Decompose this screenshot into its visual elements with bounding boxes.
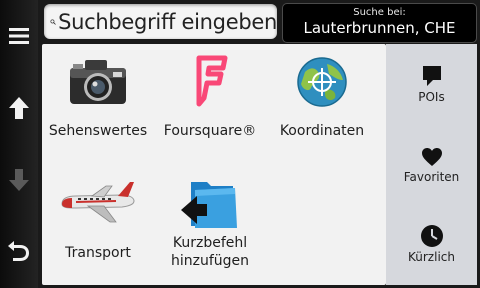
menu-icon xyxy=(9,28,29,44)
category-add-shortcut[interactable]: Kurzbefehl hinzufügen xyxy=(154,174,266,270)
globe-icon xyxy=(297,57,347,107)
sidebar-item-label: Kürzlich xyxy=(408,250,455,264)
category-label: Koordinaten xyxy=(279,123,365,139)
search-placeholder: Suchbegriff eingeben xyxy=(58,9,277,34)
sidebar-item-kuerzlich[interactable]: Kürzlich xyxy=(386,224,477,264)
back-button[interactable] xyxy=(0,226,38,274)
speech-flag-icon xyxy=(422,66,441,86)
search-icon xyxy=(50,18,56,25)
arrow-up-icon xyxy=(9,97,29,119)
category-koordinaten[interactable]: Koordinaten xyxy=(266,54,378,140)
search-input[interactable]: Suchbegriff eingeben xyxy=(44,4,277,39)
category-label: Foursquare® xyxy=(163,123,257,139)
airplane-icon xyxy=(61,182,135,223)
menu-button[interactable] xyxy=(0,12,38,60)
folder-shortcut-icon xyxy=(181,182,237,228)
foursquare-icon xyxy=(196,55,228,107)
scroll-up-button[interactable] xyxy=(0,84,38,132)
back-icon xyxy=(8,241,29,261)
category-panel: Sehenswertes Foursquare® Koordinaten Tra… xyxy=(42,44,386,285)
sidebar-item-label: POIs xyxy=(418,90,445,104)
category-foursquare[interactable]: Foursquare® xyxy=(154,54,266,140)
camera-icon xyxy=(70,60,126,104)
quick-access-sidebar: POIs Favoriten Kürzlich xyxy=(386,44,477,285)
category-label: Transport xyxy=(65,245,131,261)
left-nav-bar xyxy=(0,0,38,288)
search-location-button[interactable]: Suche bei: Lauterbrunnen, CHE xyxy=(282,3,477,43)
category-label: Sehenswertes xyxy=(48,123,148,139)
sidebar-item-favoriten[interactable]: Favoriten xyxy=(386,146,477,184)
clock-icon xyxy=(420,225,443,247)
category-label: Kurzbefehl hinzufügen xyxy=(170,235,250,269)
scroll-down-button[interactable] xyxy=(0,156,38,204)
heart-icon xyxy=(421,148,442,166)
location-value: Lauterbrunnen, CHE xyxy=(303,19,456,37)
sidebar-item-pois[interactable]: POIs xyxy=(386,64,477,104)
arrow-down-icon xyxy=(9,169,29,191)
category-transport[interactable]: Transport xyxy=(42,178,154,262)
category-sehenswertes[interactable]: Sehenswertes xyxy=(42,54,154,140)
sidebar-item-label: Favoriten xyxy=(403,170,460,184)
location-caption: Suche bei: xyxy=(353,7,406,18)
